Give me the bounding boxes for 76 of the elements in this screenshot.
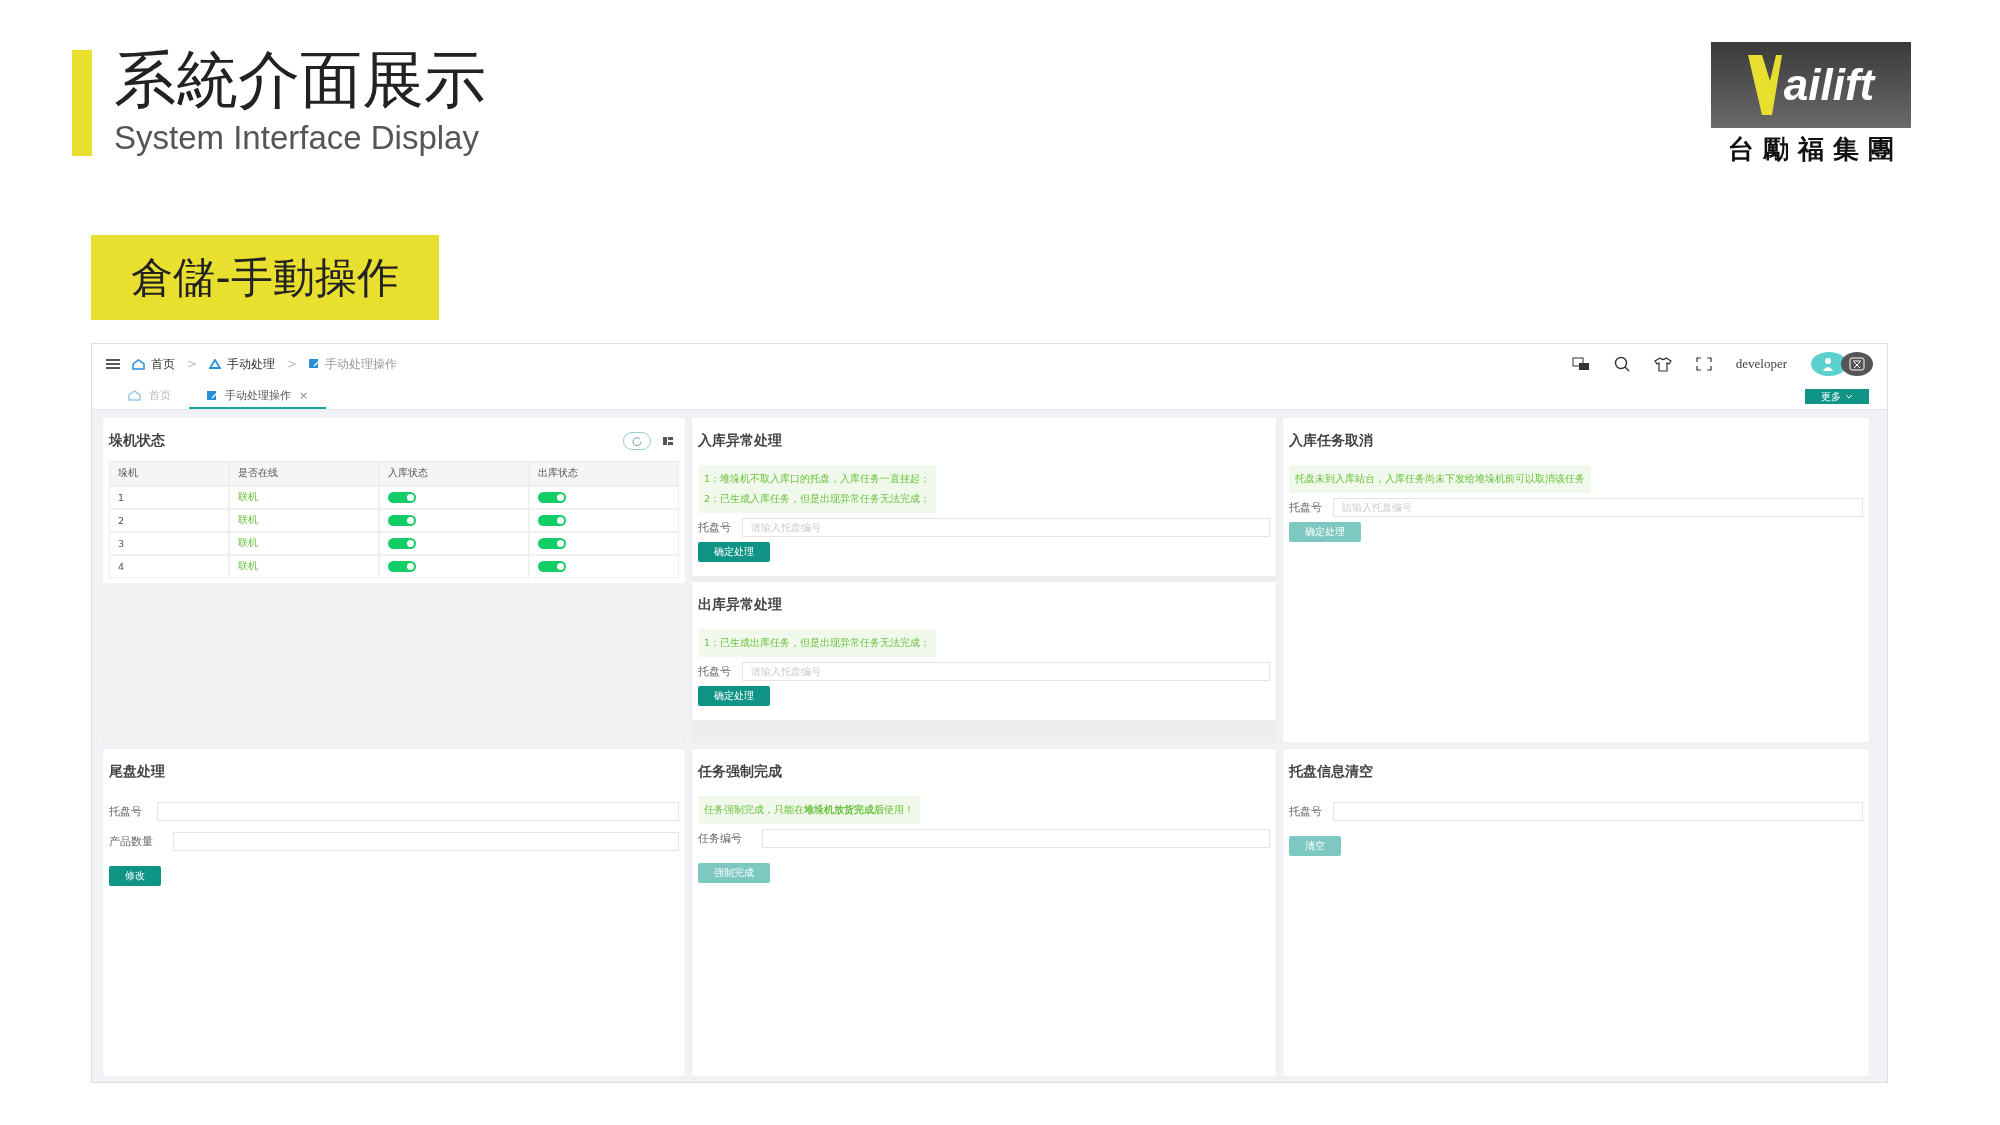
column-header: 入库状态 xyxy=(379,461,529,486)
more-button[interactable]: 更多 xyxy=(1805,389,1869,404)
toggle-switch[interactable] xyxy=(388,515,416,526)
toggle-switch[interactable] xyxy=(388,561,416,572)
slide-title: 系統介面展示 xyxy=(114,42,486,118)
status-cell: 联机 xyxy=(229,555,379,578)
section-label: 倉儲-手動操作 xyxy=(91,235,439,320)
action-button[interactable]: 确定处理 xyxy=(698,542,770,562)
hint-note: 1：已生成出库任务，但是出现异常任务无法完成； xyxy=(698,629,937,657)
username[interactable]: developer xyxy=(1735,356,1787,372)
field-label: 任务编号 xyxy=(698,831,743,846)
hint-note: 1：堆垛机不取入库口的托盘，入库任务一直挂起； 2：已生成入库任务，但是出现异常任务无法完成； xyxy=(698,465,937,513)
toggle-switch[interactable] xyxy=(538,538,566,549)
table-cell: 2 xyxy=(109,509,229,532)
refresh-button[interactable] xyxy=(623,432,651,450)
fullscreen-icon[interactable] xyxy=(1695,357,1712,371)
home-icon xyxy=(128,390,141,401)
hint-note: 托盘未到入库站台，入库任务尚未下发给堆垛机前可以取消该任务 xyxy=(1289,465,1591,493)
toggle-switch[interactable] xyxy=(388,538,416,549)
chevron-down-icon xyxy=(1845,394,1853,399)
breadcrumb-link[interactable]: 首页 xyxy=(151,355,175,373)
card-title: 托盘信息清空 xyxy=(1289,763,1374,781)
shirt-icon[interactable] xyxy=(1653,356,1672,372)
toggle-switch[interactable] xyxy=(538,515,566,526)
logo: ailift xyxy=(1711,42,1911,128)
breadcrumb-link[interactable]: 手动处理 xyxy=(227,355,276,373)
input-field[interactable] xyxy=(762,829,1270,848)
status-cell: 联机 xyxy=(229,486,379,509)
card-title: 任务强制完成 xyxy=(698,763,783,781)
hint-note: 任务强制完成，只能在堆垛机放货完成后使用！ xyxy=(698,796,920,824)
breadcrumb-separator: > xyxy=(187,357,198,371)
status-cell: 联机 xyxy=(229,509,379,532)
column-header: 出库状态 xyxy=(529,461,679,486)
search-icon[interactable] xyxy=(1613,356,1630,372)
field-label: 产品数量 xyxy=(109,834,154,849)
table-cell: 4 xyxy=(109,555,229,578)
refresh-icon xyxy=(632,436,642,446)
language-icon[interactable] xyxy=(1841,352,1873,376)
edit-icon xyxy=(207,390,217,401)
input-field[interactable] xyxy=(173,832,679,851)
column-header: 是否在线 xyxy=(229,461,379,486)
triangle-icon xyxy=(209,359,222,369)
columns-icon xyxy=(663,437,673,445)
toggle-switch[interactable] xyxy=(538,492,566,503)
card-title: 入库异常处理 xyxy=(698,432,783,450)
toggle-switch[interactable] xyxy=(538,561,566,572)
card-title: 出库异常处理 xyxy=(698,596,783,614)
breadcrumb-link[interactable]: 手动处理操作 xyxy=(325,355,398,373)
translate-icon[interactable] xyxy=(1571,357,1590,371)
column-header: 垛机 xyxy=(109,461,229,486)
field-label: 托盘号 xyxy=(698,520,732,535)
action-button[interactable]: 确定处理 xyxy=(698,686,770,706)
close-icon[interactable]: × xyxy=(299,389,309,402)
breadcrumb-separator: > xyxy=(287,357,298,371)
input-field[interactable] xyxy=(157,802,679,821)
slide-subtitle: System Interface Display xyxy=(114,118,480,158)
field-label: 托盘号 xyxy=(698,664,732,679)
menu-icon[interactable] xyxy=(106,359,120,369)
field-label: 托盘号 xyxy=(109,804,143,819)
company-name: 台 勵 福 集 團 xyxy=(1727,133,1895,166)
action-button[interactable]: 修改 xyxy=(109,866,161,886)
card-title: 垛机状态 xyxy=(109,432,165,450)
edit-icon xyxy=(309,359,320,369)
status-cell: 联机 xyxy=(229,532,379,555)
field-label: 托盘号 xyxy=(1289,804,1323,819)
field-label: 托盘号 xyxy=(1289,500,1323,515)
tab[interactable]: 手动处理操作 × xyxy=(189,384,327,409)
input-field[interactable] xyxy=(1333,802,1863,821)
logo-mark-icon xyxy=(1747,55,1782,115)
home-icon xyxy=(132,358,145,370)
card-title: 尾盘处理 xyxy=(109,763,166,781)
tab[interactable]: 首页 xyxy=(110,384,189,409)
table-cell: 3 xyxy=(109,532,229,555)
card-title: 入库任务取消 xyxy=(1289,432,1374,450)
table-cell: 1 xyxy=(109,486,229,509)
toggle-switch[interactable] xyxy=(388,492,416,503)
